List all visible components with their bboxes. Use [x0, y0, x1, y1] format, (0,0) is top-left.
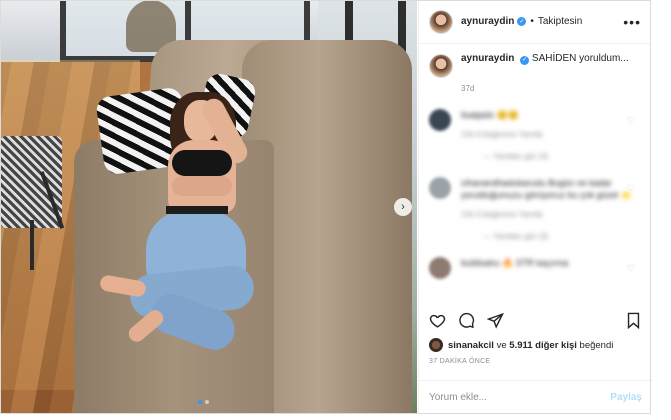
comment-username[interactable]: cihanandhadubarudu: [461, 178, 546, 188]
carousel-next-button[interactable]: ›: [394, 198, 412, 216]
photo-person-top: [172, 150, 232, 176]
comment-item: cihanandhadubarudu Bugün ne kadar yoruld…: [429, 177, 641, 243]
heart-icon[interactable]: [429, 312, 446, 329]
chevron-right-icon: ›: [401, 201, 405, 213]
comment-like-heart-icon[interactable]: ♡: [627, 183, 635, 194]
author-avatar[interactable]: [429, 9, 453, 34]
comment-text: 😊😊: [496, 110, 519, 120]
comment-meta[interactable]: 13s 6 beğenme Yanıtla: [461, 129, 641, 141]
liker-username[interactable]: sinanakcil: [448, 340, 494, 351]
post-comment-button[interactable]: Paylaş: [610, 392, 642, 403]
caption-username[interactable]: aynuraydin: [461, 53, 514, 64]
likes-connector: ve: [496, 339, 507, 351]
comment-item: lisatjado 😊😊 13s 6 beğenme Yanıtla — Yan…: [429, 109, 641, 163]
share-icon[interactable]: [487, 312, 504, 329]
comment-username[interactable]: lisatjado: [461, 110, 494, 120]
view-replies-link[interactable]: — Yanıtları gör (3): [483, 231, 641, 243]
post-photo[interactable]: ›: [0, 0, 417, 414]
liker-avatar[interactable]: [429, 338, 443, 352]
carousel-dots: [198, 400, 209, 404]
photo-person-arm: [172, 176, 232, 196]
comment-like-heart-icon[interactable]: ♡: [627, 263, 635, 274]
add-comment-bar: Paylaş: [419, 380, 652, 414]
likes-summary: sinanakcil ve 5.911 diğer kişi beğendi: [429, 338, 642, 352]
caption-text: aynuraydin ✓ SAHİDEN yoruldum...: [461, 52, 629, 65]
more-horizontal-icon[interactable]: •••: [623, 14, 641, 30]
post-side-panel: aynuraydin ✓ • Takiptesin ••• aynuraydin…: [418, 0, 652, 414]
carousel-dot-active: [198, 400, 202, 404]
comment-like-heart-icon[interactable]: ♡: [627, 115, 635, 126]
likes-count-link[interactable]: 5.911 diğer kişi: [509, 340, 577, 351]
comments-list[interactable]: aynuraydin ✓ SAHİDEN yoruldum... 37d lis…: [419, 44, 651, 306]
comment-input[interactable]: [429, 392, 611, 403]
photo-chair-leg: [30, 220, 34, 270]
verified-badge-icon: ✓: [517, 17, 527, 26]
comment-avatar[interactable]: [429, 109, 451, 131]
post-timestamp[interactable]: 37 DAKİKA ÖNCE: [429, 358, 642, 365]
author-username[interactable]: aynuraydin: [461, 16, 514, 27]
action-icons: [429, 308, 642, 332]
view-replies-link[interactable]: — Yanıtları gör (4): [483, 151, 641, 163]
comment-meta[interactable]: 13s 5 beğenme Yanıtla: [461, 209, 641, 221]
photo-chair: [0, 136, 62, 228]
comment-avatar[interactable]: [429, 257, 451, 279]
comment-username[interactable]: buldisahu: [461, 258, 500, 268]
post-actions: sinanakcil ve 5.911 diğer kişi beğendi 3…: [419, 308, 652, 365]
caption-body: SAHİDEN yoruldum...: [531, 53, 629, 64]
comment-avatar[interactable]: [429, 177, 451, 199]
likes-suffix: beğendi: [579, 339, 614, 351]
comment-text: 🔥 STR kaçırma: [502, 258, 569, 268]
follow-status-button[interactable]: Takiptesin: [538, 16, 582, 27]
verified-badge-icon: ✓: [520, 56, 530, 65]
follow-separator: •: [530, 16, 534, 27]
bookmark-icon[interactable]: [625, 312, 642, 329]
caption-avatar[interactable]: [429, 54, 453, 78]
carousel-dot: [205, 400, 209, 404]
caption: aynuraydin ✓ SAHİDEN yoruldum...: [429, 52, 641, 78]
comment-item: buldisahu 🔥 STR kaçırma ♡: [429, 257, 641, 279]
photo-person-belt: [166, 206, 228, 214]
comment-icon[interactable]: [458, 312, 475, 329]
post-header: aynuraydin ✓ • Takiptesin •••: [419, 0, 651, 44]
caption-time: 37d: [461, 84, 475, 93]
